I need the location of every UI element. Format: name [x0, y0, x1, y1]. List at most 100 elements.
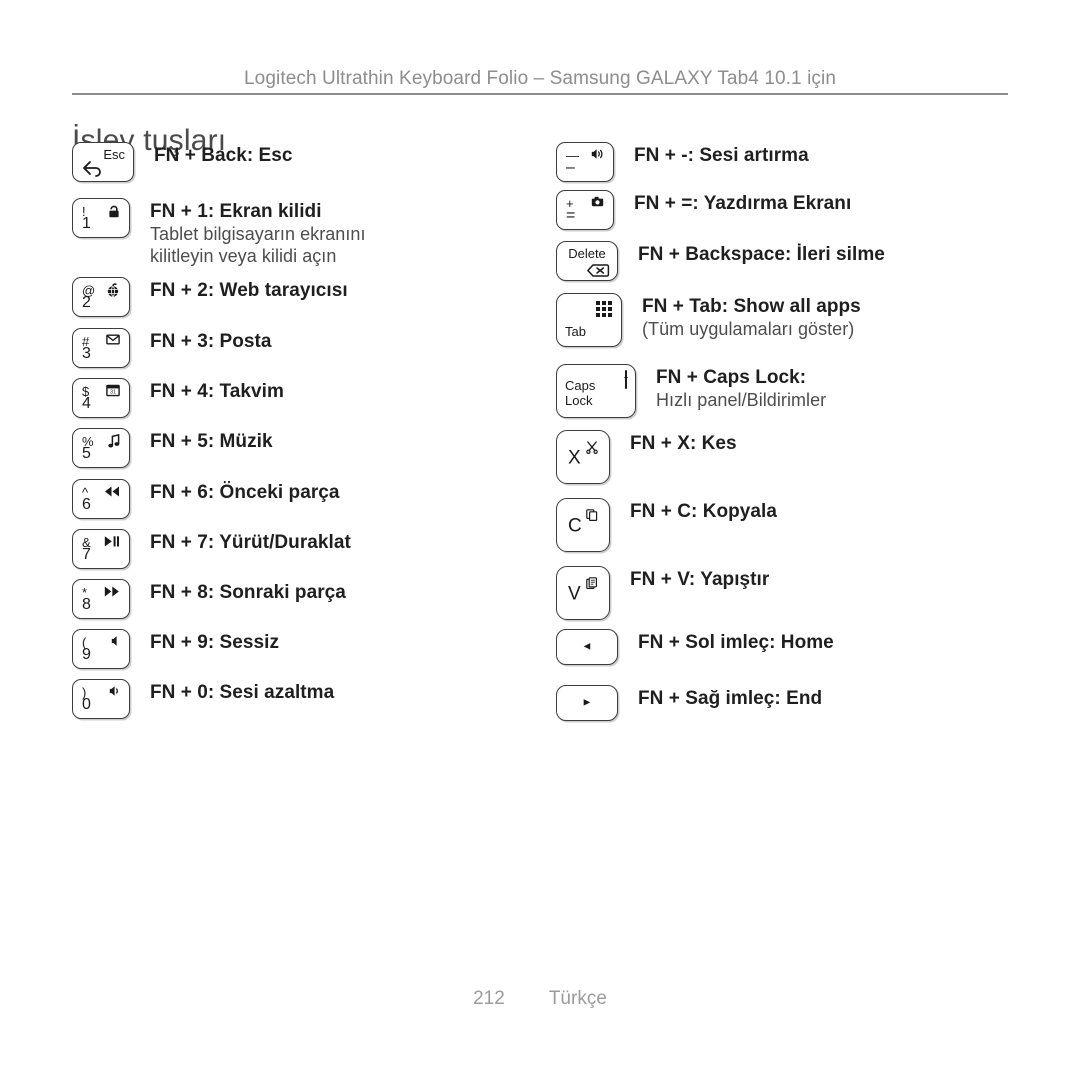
camera-screenshot-icon: [591, 196, 604, 207]
next-track-icon: [104, 585, 120, 598]
back-arrow-icon: [82, 159, 102, 178]
function-key-title: FN + 1: Ekran kilidi: [150, 201, 322, 222]
function-key-description: FN + Tab: Show all apps (Tüm uygulamaları…: [622, 293, 861, 341]
envelope-mail-icon: [106, 334, 120, 345]
function-key-row: + = FN + =: Yazdırma Ekranı: [556, 190, 851, 230]
function-key-description: FN + Backspace: İleri silme: [618, 241, 885, 267]
function-key-row: $4 31 FN + 4: Takvim: [72, 378, 284, 418]
function-key-row: — – FN + -: Sesi artırma: [556, 142, 809, 182]
function-key-description: FN + =: Yazdırma Ekranı: [614, 190, 851, 216]
keycap-label-esc: Esc: [103, 147, 125, 162]
function-key-row: Delete FN + Backspace: İleri silme: [556, 241, 885, 281]
music-note-icon: [108, 434, 120, 448]
function-key-description: FN + X: Kes: [610, 430, 737, 456]
scissors-cut-icon: [586, 441, 598, 454]
function-key-title: FN + -: Sesi artırma: [634, 145, 809, 166]
function-key-row: ^ 6 FN + 6: Önceki parça: [72, 479, 340, 519]
keycap-primary-glyph: 5: [82, 445, 91, 462]
left-arrow-icon: ◄: [581, 640, 593, 653]
function-key-description: FN + Caps Lock: Hızlı panel/Bildirimler: [636, 364, 826, 412]
function-key-description: FN + 4: Takvim: [130, 378, 284, 404]
keycap-tab: Tab: [556, 293, 622, 347]
function-key-title: FN + 0: Sesi azaltma: [150, 682, 335, 703]
keycap-primary-glyph: 1: [82, 215, 91, 232]
function-key-row: Tab FN + Tab: Show all apps (Tüm uygulamal…: [556, 293, 861, 347]
function-key-title: FN + X: Kes: [630, 433, 737, 454]
keycap-label-tab: Tab: [565, 324, 586, 339]
calendar-icon: 31: [106, 384, 120, 397]
keycap-9: (9: [72, 629, 130, 669]
function-key-description: FN + 0: Sesi azaltma: [130, 679, 334, 705]
keycap-primary-glyph: =: [566, 207, 576, 224]
keycap-label-caps-lock: Caps Lock: [565, 378, 596, 408]
keycap-primary-glyph: 8: [82, 596, 91, 613]
function-key-description: FN + 1: Ekran kilidi Tablet bilgisayarın …: [130, 198, 366, 267]
function-key-row: % 5 FN + 5: Müzik: [72, 428, 273, 468]
function-key-title: FN + Backspace: İleri silme: [638, 244, 885, 265]
keycap-=: + =: [556, 190, 614, 230]
play-pause-icon: [104, 535, 120, 548]
notification-panel-icon: [625, 370, 627, 389]
function-key-title: FN + Caps Lock:: [656, 367, 807, 388]
page-number: 212: [473, 988, 505, 1009]
function-key-title: FN + 5: Müzik: [150, 431, 273, 452]
function-key-title: FN + Sağ imleç: End: [638, 688, 823, 709]
function-key-description: FN + Back: Esc: [134, 142, 293, 168]
keycap-primary-glyph: V: [568, 583, 581, 605]
header-divider: [72, 93, 1008, 95]
copy-icon: [586, 509, 598, 522]
backspace-delete-icon: [587, 264, 610, 277]
keycap-v: V: [556, 566, 610, 620]
keycap-primary-glyph: –: [566, 159, 575, 176]
keycap-primary-glyph: 0: [82, 696, 91, 713]
globe-browser-icon: [106, 283, 120, 298]
function-key-description: FN + C: Kopyala: [610, 498, 777, 524]
function-key-description: FN + 3: Posta: [130, 328, 272, 354]
function-key-row: & 7 FN + 7: Yürüt/Duraklat: [72, 529, 351, 569]
function-key-title: FN + 3: Posta: [150, 331, 272, 352]
keycap-1: ! 1: [72, 198, 130, 238]
function-keys-list-right: — – FN + -: Sesi artırma + = FN + =: Yazdırma…: [556, 142, 1026, 782]
function-key-title: FN + Back: Esc: [154, 145, 293, 166]
keycap-4: $4 31: [72, 378, 130, 418]
function-key-title: FN + Tab: Show all apps: [642, 296, 861, 317]
function-key-row: Caps Lock FN + Caps Lock: Hızlı panel/Bildi…: [556, 364, 826, 418]
function-key-row: X FN + X: Kes: [556, 430, 737, 484]
keycap-x: X: [556, 430, 610, 484]
keycap-–: — –: [556, 142, 614, 182]
function-key-row: C FN + C: Kopyala: [556, 498, 777, 552]
function-key-subtitle: (Tüm uygulamaları göster): [642, 318, 855, 339]
function-key-title: FN + 4: Takvim: [150, 381, 284, 402]
keycap-7: & 7: [72, 529, 130, 569]
function-key-title: FN + 7: Yürüt/Duraklat: [150, 532, 351, 553]
keycap-primary-glyph: 9: [82, 646, 91, 663]
function-key-row: * 8 FN + 8: Sonraki parça: [72, 579, 346, 619]
function-key-row: V FN + V: Yapıştır: [556, 566, 769, 620]
keycap-caps-lock: Caps Lock: [556, 364, 636, 418]
keycap-5: % 5: [72, 428, 130, 468]
keycap-primary-glyph: 6: [82, 496, 91, 513]
function-key-row: #3 FN + 3: Posta: [72, 328, 272, 368]
function-key-title: FN + C: Kopyala: [630, 501, 777, 522]
mute-icon: [111, 635, 120, 647]
keycap-primary-glyph: 4: [82, 395, 91, 412]
function-key-description: FN + 9: Sessiz: [130, 629, 279, 655]
function-key-title: FN + 2: Web tarayıcısı: [150, 280, 348, 301]
keycap-primary-glyph: 7: [82, 546, 91, 563]
keycap-0: ) 0: [72, 679, 130, 719]
keycap-c: C: [556, 498, 610, 552]
keycap-primary-glyph: C: [568, 515, 582, 537]
keycap-primary-glyph: 2: [82, 294, 91, 311]
function-key-description: FN + 5: Müzik: [130, 428, 273, 454]
keycap-2: @2: [72, 277, 130, 317]
footer-language: Türkçe: [548, 988, 607, 1009]
right-arrow-icon: ►: [581, 696, 593, 709]
function-key-title: FN + 8: Sonraki parça: [150, 582, 346, 603]
function-key-title: FN + V: Yapıştır: [630, 569, 770, 590]
function-key-row: Esc FN + Back: Esc: [72, 142, 293, 182]
running-head: Logitech Ultrathin Keyboard Folio – Sams…: [244, 68, 836, 89]
function-keys-list-left: Esc FN + Back: Esc ! 1 FN + 1: Ekran kilidi T…: [72, 142, 542, 782]
keycap-3: #3: [72, 328, 130, 368]
function-key-row: ) 0 FN + 0: Sesi azaltma: [72, 679, 334, 719]
function-key-description: FN + 2: Web tarayıcısı: [130, 277, 348, 303]
